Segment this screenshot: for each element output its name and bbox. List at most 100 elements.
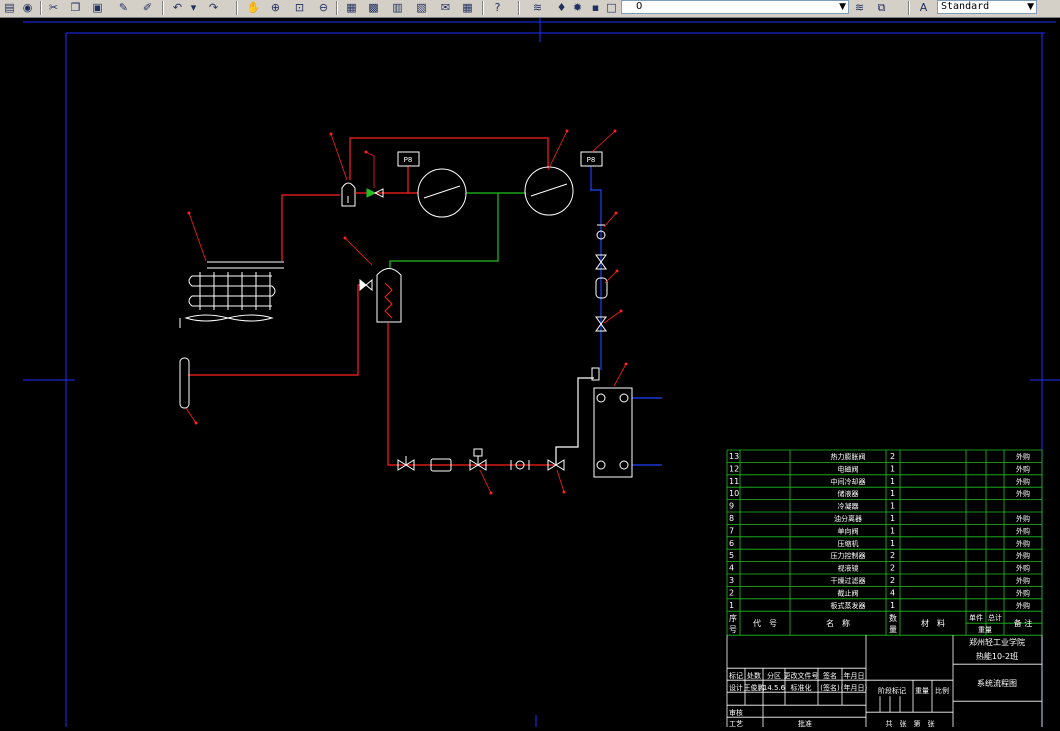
pipe-white-return [555, 377, 594, 465]
title-cell: 工艺 [729, 720, 743, 727]
pipe-red-liquid [387, 323, 556, 466]
row-qty: 1 [890, 539, 895, 548]
row-name: 压缩机 [838, 539, 859, 548]
row-number: 7 [729, 526, 734, 535]
pan-icon[interactable]: ✋ [246, 1, 261, 15]
layer-state-icon[interactable]: ≋ [852, 1, 867, 15]
layer-dropdown[interactable]: 0 ▼ [621, 0, 849, 14]
plate-evaporator [591, 367, 633, 478]
row-number: 8 [729, 514, 734, 523]
drawing-canvas[interactable]: P8 P8 13 热力膨胀阀 2 外购 12 电磁阀 1 外购 11 中间冷却器… [23, 18, 1060, 728]
pipe-red-receiver [188, 284, 366, 376]
text-style-dropdown[interactable]: Standard ▼ [937, 0, 1037, 14]
row-qty: 2 [890, 576, 895, 585]
liquid-receiver [179, 357, 190, 409]
help-icon[interactable]: ? [490, 1, 505, 15]
title-cell: 标准化 [791, 683, 812, 692]
chevron-down-icon: ▼ [1027, 2, 1034, 12]
row-number: 1 [729, 601, 734, 610]
school-name: 郑州轻工业学院 [969, 637, 1025, 647]
toolbar-separator [908, 1, 910, 15]
row-number: 2 [729, 588, 734, 597]
row-qty: 1 [890, 464, 895, 473]
title-cell: 设计 [729, 683, 743, 692]
row-note: 外购 [1016, 539, 1030, 548]
title-cell: 比例 [935, 686, 949, 695]
header-qty: 量 [889, 625, 897, 634]
properties-icon[interactable]: ▦ [344, 1, 359, 15]
title-cell: 处数 [747, 671, 761, 680]
parts-table: 13 热力膨胀阀 2 外购12 电磁阀 1 外购11 中间冷却器 1 外购10 储液器 1 外购9 冷凝器… [726, 449, 1043, 728]
row-number: 12 [729, 464, 739, 473]
row-qty: 1 [890, 489, 895, 498]
toolbar-separator [336, 1, 338, 15]
row-name: 热力膨胀阀 [831, 452, 866, 461]
title-cell: 审核 [729, 708, 743, 717]
title-cell: 分区 [767, 671, 781, 680]
row-note: 外购 [1016, 526, 1030, 535]
row-number: 9 [729, 502, 734, 511]
row-note: 外购 [1016, 551, 1030, 560]
toolbar-separator [518, 1, 520, 15]
layer-previous-icon[interactable]: ⧉ [874, 1, 889, 15]
row-qty: 4 [890, 588, 895, 597]
header-total: 总计 [988, 613, 1002, 622]
text-style-icon[interactable]: A [916, 1, 931, 15]
class-name: 热能10-2班 [976, 651, 1018, 661]
cut-icon[interactable]: ✂ [46, 1, 61, 15]
zoom-realtime-icon[interactable]: ⊕ [268, 1, 283, 15]
zoom-previous-icon[interactable]: ⊖ [316, 1, 331, 15]
toolbar-separator [40, 1, 42, 15]
title-cell: 标记 [729, 671, 743, 680]
pipe-red-suction [281, 194, 340, 261]
text-style-value: Standard [941, 1, 990, 12]
pipe-red-top [349, 137, 549, 180]
undo-dropdown-icon[interactable]: ▾ [186, 1, 201, 15]
row-number: 4 [729, 564, 734, 573]
calculator-icon[interactable]: ▦ [460, 1, 475, 15]
title-cell: 王俊鹏 [744, 683, 765, 692]
intermediate-cooler [359, 268, 402, 323]
save-icon[interactable]: ◉ [20, 1, 35, 15]
row-note: 外购 [1016, 601, 1030, 610]
sheet-set-icon[interactable]: ▧ [414, 1, 429, 15]
copy-icon[interactable]: ❐ [68, 1, 83, 15]
layer-freeze-icon: ✹ [572, 1, 583, 14]
solenoid-valve [469, 448, 487, 471]
row-note: 外购 [1016, 514, 1030, 523]
header-no: 序 [729, 613, 737, 623]
row-name: 压力控制器 [831, 551, 866, 560]
row-name: 中间冷却器 [831, 477, 866, 486]
redo-icon[interactable]: ↷ [206, 1, 221, 15]
row-name: 单向阀 [838, 526, 859, 535]
layer-manager-icon[interactable]: ≋ [530, 1, 545, 15]
row-number: 5 [729, 551, 734, 560]
row-number: 13 [729, 452, 739, 461]
open-icon[interactable]: ▤ [2, 1, 17, 15]
row-number: 6 [729, 539, 734, 548]
undo-icon[interactable]: ↶ [170, 1, 185, 15]
brush-icon[interactable]: ✐ [140, 1, 155, 15]
title-cell: 年月日 [844, 671, 865, 680]
drawing-title: 系统流程图 [977, 678, 1017, 688]
header-unit: 单件 [969, 613, 983, 622]
pressure-gauge-right: P8 [580, 151, 603, 167]
header-remark: 备 注 [1014, 618, 1033, 628]
row-name: 油分离器 [834, 514, 862, 523]
row-note: 外购 [1016, 477, 1030, 486]
row-note: 外购 [1016, 588, 1030, 597]
markup-icon[interactable]: ✉ [438, 1, 453, 15]
match-properties-icon[interactable]: ✎ [116, 1, 131, 15]
standard-toolbar: ▤ ◉ ✂ ❐ ▣ ✎ ✐ ↶ ▾ ↷ ✋ ⊕ ⊡ ⊖ ▦ ▩ ▥ ▧ ✉ ▦ … [0, 0, 1060, 18]
chevron-down-icon: ▼ [839, 2, 846, 12]
row-qty: 1 [890, 502, 895, 511]
layer-on-icon: ♦ [556, 1, 567, 14]
drawing-svg: P8 P8 13 热力膨胀阀 2 外购12 电磁阀 1 外购11 中间冷却器 1… [23, 18, 1060, 728]
pressure-gauge-left: P8 [397, 151, 420, 167]
design-center-icon[interactable]: ▩ [366, 1, 381, 15]
tool-palettes-icon[interactable]: ▥ [390, 1, 405, 15]
title-cell: (年月日) [841, 683, 868, 692]
paste-icon[interactable]: ▣ [90, 1, 105, 15]
title-cell: (签名) [820, 683, 840, 692]
zoom-window-icon[interactable]: ⊡ [292, 1, 307, 15]
